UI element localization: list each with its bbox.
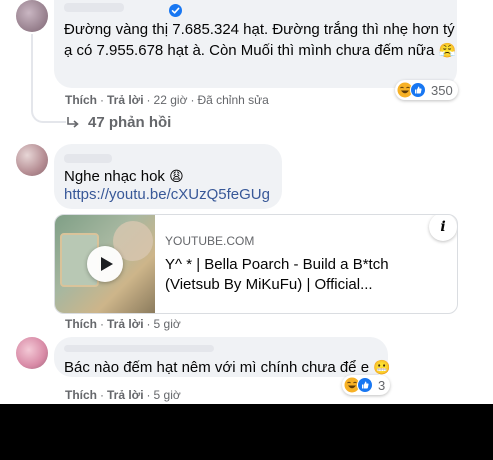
avatar[interactable] [16, 144, 48, 176]
steam-emoji-icon: 😤 [438, 42, 456, 58]
like-link[interactable]: Thích [65, 317, 97, 331]
comment-actions: Thích · Trả lời · 22 giờ · Đã chỉnh sửa [65, 93, 269, 107]
comment-text: Bác nào đếm hạt nêm với mì chính chưa để… [64, 359, 391, 376]
comment-text: Đường vàng thị 7.685.324 hạt. Đường trắn… [64, 21, 456, 59]
verified-badge-icon [169, 4, 182, 17]
info-icon[interactable]: i [429, 215, 457, 241]
reply-link[interactable]: Trả lời [107, 93, 144, 107]
youtube-link[interactable]: https://youtu.be/cXUzQ5feGUg [64, 186, 270, 203]
link-preview-card[interactable]: YOUTUBE.COM Y^ * | Bella Poarch - Build … [54, 214, 458, 314]
like-reaction-icon [357, 377, 373, 393]
weary-emoji-icon: 😩 [169, 168, 184, 184]
thread-connector [31, 34, 66, 123]
comment-bubble: Nghe nhạc hok 😩 https://youtu.be/cXUzQ5f… [54, 144, 282, 209]
reply-arrow-icon [67, 116, 79, 128]
view-replies-button[interactable]: 47 phản hồi [66, 114, 171, 131]
like-reaction-icon [410, 82, 426, 98]
comment-text: Nghe nhạc hok 😩 [64, 168, 184, 185]
video-thumbnail[interactable] [55, 215, 155, 313]
timestamp[interactable]: 22 giờ [154, 93, 188, 107]
reaction-count: 3 [378, 377, 386, 393]
comment-actions: Thích · Trả lời · 5 giờ [65, 388, 181, 402]
comment-bubble: Bác nào đếm hạt nêm với mì chính chưa để… [54, 337, 391, 377]
timestamp[interactable]: 5 giờ [154, 317, 181, 331]
comment-actions: Thích · Trả lời · 5 giờ [65, 317, 181, 331]
comment-bubble: Đường vàng thị 7.685.324 hạt. Đường trắn… [54, 0, 457, 88]
like-link[interactable]: Thích [65, 388, 97, 402]
author-name[interactable] [64, 154, 112, 163]
reaction-count: 350 [431, 82, 453, 98]
reply-link[interactable]: Trả lời [107, 388, 144, 402]
like-link[interactable]: Thích [65, 93, 97, 107]
replies-count: 47 phản hồi [88, 114, 172, 131]
grimace-emoji-icon: 😬 [373, 359, 391, 375]
preview-domain: YOUTUBE.COM [165, 234, 255, 248]
play-icon[interactable] [87, 246, 123, 282]
author-name[interactable] [64, 345, 214, 352]
author-name[interactable] [64, 3, 124, 12]
timestamp[interactable]: 5 giờ [154, 388, 181, 402]
reaction-summary[interactable]: 350 [395, 80, 458, 100]
blacked-out-area [0, 404, 493, 460]
preview-title[interactable]: Y^ * | Bella Poarch - Build a B*tch (Vie… [165, 255, 445, 295]
reply-link[interactable]: Trả lời [107, 317, 144, 331]
edited-label: Đã chỉnh sửa [197, 93, 269, 107]
avatar[interactable] [16, 337, 48, 369]
reaction-summary[interactable]: 3 [342, 375, 391, 395]
avatar[interactable] [16, 0, 48, 32]
